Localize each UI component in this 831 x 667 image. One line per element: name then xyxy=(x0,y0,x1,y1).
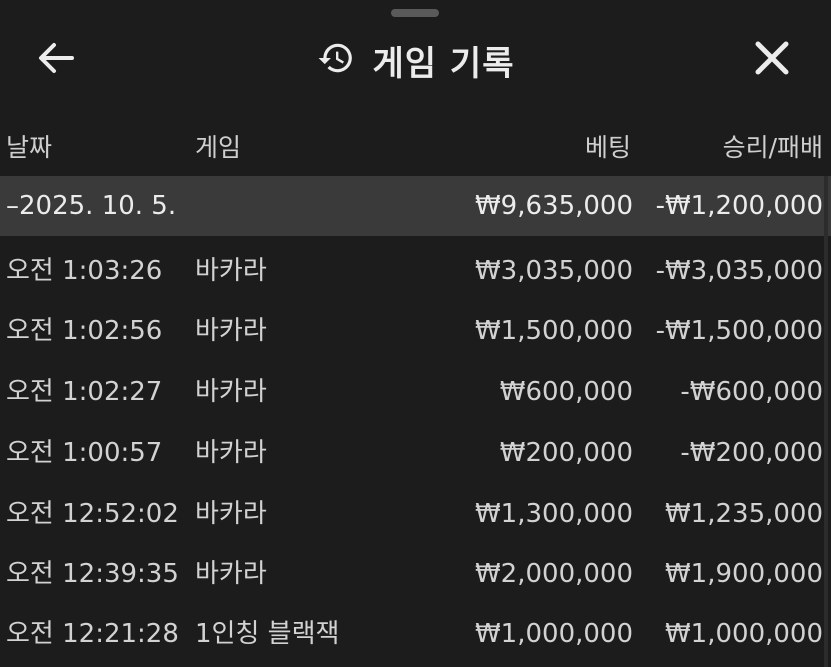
row-result: -₩3,035,000 xyxy=(655,256,823,286)
drag-handle[interactable] xyxy=(391,9,439,17)
table-row[interactable]: 오전 1:03:26 바카라 ₩3,035,000 -₩3,035,000 xyxy=(0,241,831,301)
row-game: 바카라 xyxy=(195,438,267,468)
row-time: 오전 1:02:27 xyxy=(6,377,163,407)
row-result: -₩600,000 xyxy=(680,377,823,407)
table-row[interactable]: 오전 12:21:28 1인칭 블랙잭 ₩1,000,000 ₩1,000,00… xyxy=(0,604,831,664)
table-row[interactable]: 오전 12:39:35 바카라 ₩2,000,000 ₩1,900,000 xyxy=(0,544,831,604)
row-bet: ₩1,300,000 xyxy=(474,499,633,529)
row-bet: ₩1,500,000 xyxy=(474,316,633,346)
row-game: 바카라 xyxy=(195,559,267,589)
row-game: 바카라 xyxy=(195,499,267,529)
row-time: 오전 1:03:26 xyxy=(6,256,163,286)
row-result: -₩1,500,000 xyxy=(655,316,823,346)
row-time: 오전 12:21:28 xyxy=(6,619,179,649)
table-row[interactable]: 오전 12:52:02 바카라 ₩1,300,000 ₩1,235,000 xyxy=(0,484,831,544)
row-time: 오전 12:39:35 xyxy=(6,559,179,589)
title-group: 게임 기록 xyxy=(0,22,831,98)
row-time: 오전 1:00:57 xyxy=(6,438,163,468)
row-result: ₩1,000,000 xyxy=(664,619,823,649)
column-header-game: 게임 xyxy=(195,133,242,162)
scrollbar[interactable] xyxy=(824,176,828,667)
row-bet: ₩1,000,000 xyxy=(474,619,633,649)
row-game: 1인칭 블랙잭 xyxy=(195,619,340,649)
row-bet: ₩3,035,000 xyxy=(474,256,633,286)
summary-result: -₩1,200,000 xyxy=(655,191,823,221)
table-row[interactable]: 오전 1:00:57 바카라 ₩200,000 -₩200,000 xyxy=(0,423,831,483)
column-header-date: 날짜 xyxy=(6,133,53,162)
page-title: 게임 기록 xyxy=(372,43,515,84)
header: 게임 기록 xyxy=(0,22,831,98)
date-summary-row[interactable]: –2025. 10. 5. ₩9,635,000 -₩1,200,000 xyxy=(0,176,831,236)
arrow-left-icon xyxy=(36,40,76,80)
column-header-bet: 베팅 xyxy=(584,133,631,162)
row-result: ₩1,900,000 xyxy=(664,559,823,589)
back-button[interactable] xyxy=(28,36,84,84)
summary-bet: ₩9,635,000 xyxy=(474,191,633,221)
row-game: 바카라 xyxy=(195,256,267,286)
row-time: 오전 1:02:56 xyxy=(6,316,163,346)
row-bet: ₩600,000 xyxy=(499,377,633,407)
row-game: 바카라 xyxy=(195,377,267,407)
row-result: ₩1,235,000 xyxy=(664,499,823,529)
row-result: -₩200,000 xyxy=(680,438,823,468)
row-game: 바카라 xyxy=(195,316,267,346)
row-time: 오전 12:52:02 xyxy=(6,499,179,529)
table-row[interactable]: 오전 1:02:27 바카라 ₩600,000 -₩600,000 xyxy=(0,362,831,422)
summary-date: –2025. 10. 5. xyxy=(6,191,177,221)
game-history-panel: 게임 기록 날짜 게임 베팅 승리/패배 –2025. 10. 5. ₩9,63… xyxy=(0,0,831,667)
row-bet: ₩2,000,000 xyxy=(474,559,633,589)
table-row[interactable]: 오전 1:02:56 바카라 ₩1,500,000 -₩1,500,000 xyxy=(0,301,831,361)
history-clock-icon xyxy=(317,39,355,81)
column-header-result: 승리/패배 xyxy=(722,133,823,162)
close-button[interactable] xyxy=(744,34,800,86)
row-bet: ₩200,000 xyxy=(499,438,633,468)
close-icon xyxy=(754,40,790,80)
